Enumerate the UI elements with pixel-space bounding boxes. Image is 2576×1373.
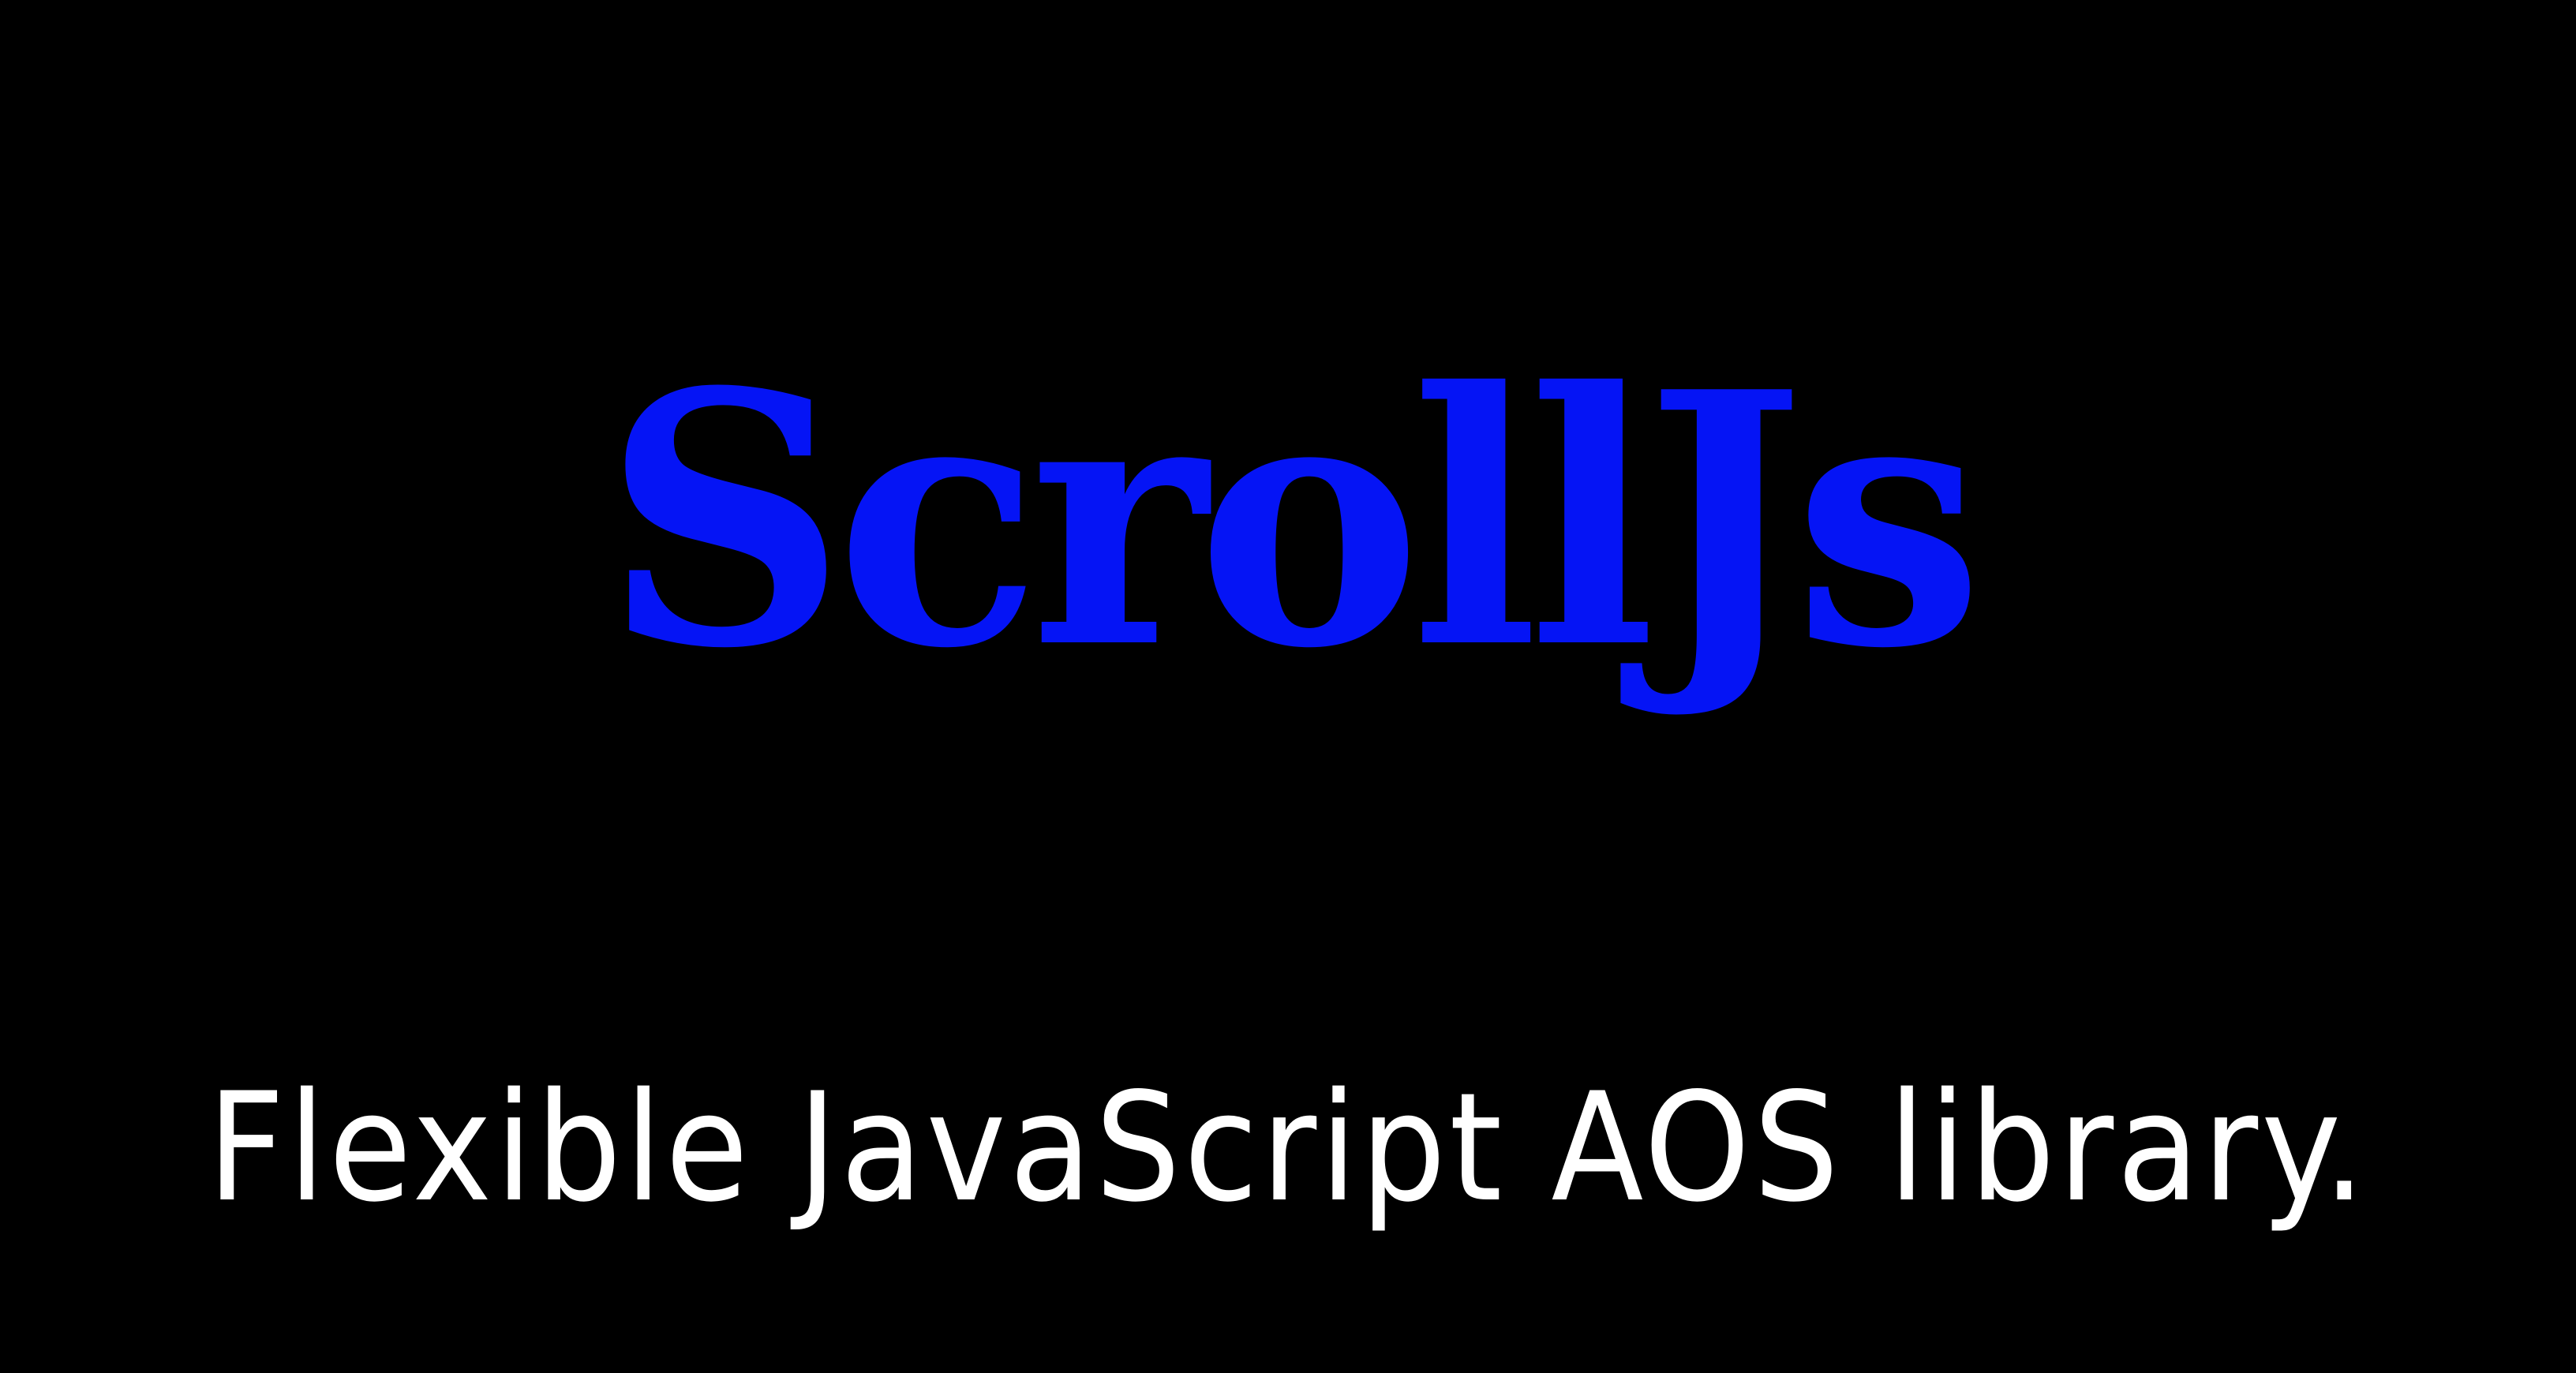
tagline: Flexible JavaScript AOS library. xyxy=(207,1061,2369,1235)
logo-title: ScrollJs xyxy=(603,316,1983,724)
banner: ScrollJs Flexible JavaScript AOS library… xyxy=(0,0,2576,1373)
